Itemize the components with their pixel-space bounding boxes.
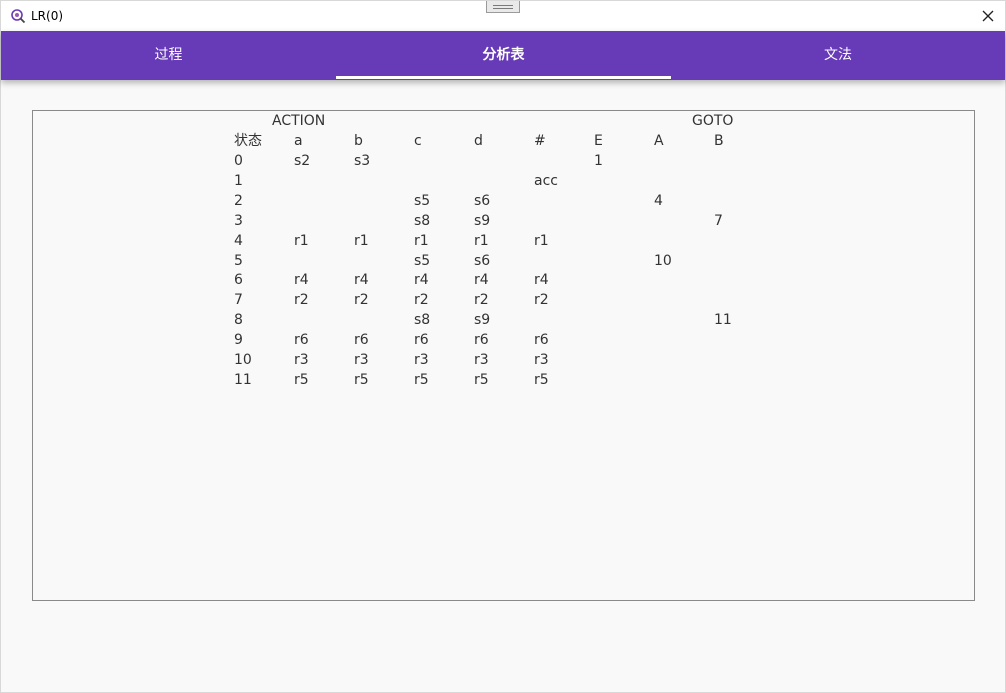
state-cell: 5 <box>234 252 243 269</box>
tab-bar: 过程 分析表 文法 <box>1 31 1005 80</box>
table-cell: s6 <box>474 192 491 209</box>
table-cell: r2 <box>294 292 309 309</box>
state-cell: 4 <box>234 232 243 249</box>
table-cell: r4 <box>414 272 429 289</box>
table-cell: acc <box>534 172 558 189</box>
table-cell: r5 <box>294 371 309 388</box>
app-logo-icon <box>10 8 26 24</box>
table-cell: r1 <box>474 232 489 249</box>
title-bar[interactable]: LR(0) <box>1 1 1005 31</box>
column-header: a <box>294 133 303 149</box>
table-cell: r1 <box>414 232 429 249</box>
table-cell: s3 <box>354 153 371 169</box>
column-header: A <box>654 133 664 149</box>
state-cell: 11 <box>234 371 252 388</box>
analysis-table-panel: ACTION GOTO 状态 a b c d # E A B 0 s2 s3 1 1 acc 2 s5 s6 4 3 s… <box>32 110 975 601</box>
table-cell: r4 <box>354 272 369 289</box>
table-cell: r4 <box>474 272 489 289</box>
column-header: b <box>354 133 363 149</box>
state-cell: 9 <box>234 332 243 349</box>
app-window: LR(0) 过程 分析表 文法 ACTION GOTO 状态 a b c d # E A B 0 s… <box>0 0 1006 693</box>
table-cell: r6 <box>294 332 309 349</box>
drag-handle[interactable] <box>486 1 520 13</box>
window-title: LR(0) <box>31 9 64 23</box>
table-cell: s5 <box>414 192 431 209</box>
table-cell: r6 <box>354 332 369 349</box>
table-cell: s9 <box>474 312 491 329</box>
table-cell: r4 <box>294 272 309 289</box>
close-icon[interactable] <box>977 5 999 27</box>
tab-process[interactable]: 过程 <box>1 31 336 80</box>
table-cell: r1 <box>294 232 309 249</box>
tab-analysis-table[interactable]: 分析表 <box>336 31 671 80</box>
table-cell: r2 <box>534 292 549 309</box>
column-header: E <box>594 133 603 149</box>
table-cell: r4 <box>534 272 549 289</box>
state-cell: 6 <box>234 272 243 289</box>
table-cell: r3 <box>294 352 309 368</box>
table-cell: r1 <box>354 232 369 249</box>
table-cell: r5 <box>534 371 549 388</box>
column-header: c <box>414 133 422 149</box>
table-cell: r1 <box>534 232 549 249</box>
table-cell: s6 <box>474 252 491 269</box>
table-cell: r2 <box>474 292 489 309</box>
table-cell: r2 <box>354 292 369 309</box>
table-cell: 11 <box>714 312 732 329</box>
active-tab-indicator <box>336 76 671 79</box>
table-cell: s8 <box>414 312 431 329</box>
table-cell: r6 <box>414 332 429 349</box>
state-cell: 8 <box>234 312 243 329</box>
column-header: 状态 <box>234 133 262 149</box>
table-cell: s5 <box>414 252 431 269</box>
table-cell: r5 <box>354 371 369 388</box>
table-cell: r5 <box>474 371 489 388</box>
table-cell: s8 <box>414 212 431 229</box>
table-cell: r6 <box>534 332 549 349</box>
column-header: d <box>474 133 483 149</box>
tab-grammar[interactable]: 文法 <box>671 31 1005 80</box>
table-cell: r3 <box>354 352 369 368</box>
table-cell: 7 <box>714 212 723 229</box>
table-cell: s9 <box>474 212 491 229</box>
table-cell: 10 <box>654 252 672 269</box>
table-cell: r2 <box>414 292 429 309</box>
column-header: B <box>714 133 724 149</box>
table-cell: 4 <box>654 192 663 209</box>
state-cell: 3 <box>234 212 243 229</box>
table-cell: r6 <box>474 332 489 349</box>
table-cell: r3 <box>474 352 489 368</box>
table-cell: s2 <box>294 153 311 169</box>
action-header: ACTION <box>272 113 326 129</box>
column-header: # <box>534 133 546 149</box>
state-cell: 0 <box>234 153 243 169</box>
state-cell: 2 <box>234 192 243 209</box>
goto-header: GOTO <box>692 113 734 129</box>
state-cell: 10 <box>234 352 252 368</box>
table-cell: 1 <box>594 153 603 169</box>
state-cell: 1 <box>234 172 243 189</box>
table-cell: r3 <box>534 352 549 368</box>
state-cell: 7 <box>234 292 243 309</box>
table-cell: r3 <box>414 352 429 368</box>
table-cell: r5 <box>414 371 429 388</box>
